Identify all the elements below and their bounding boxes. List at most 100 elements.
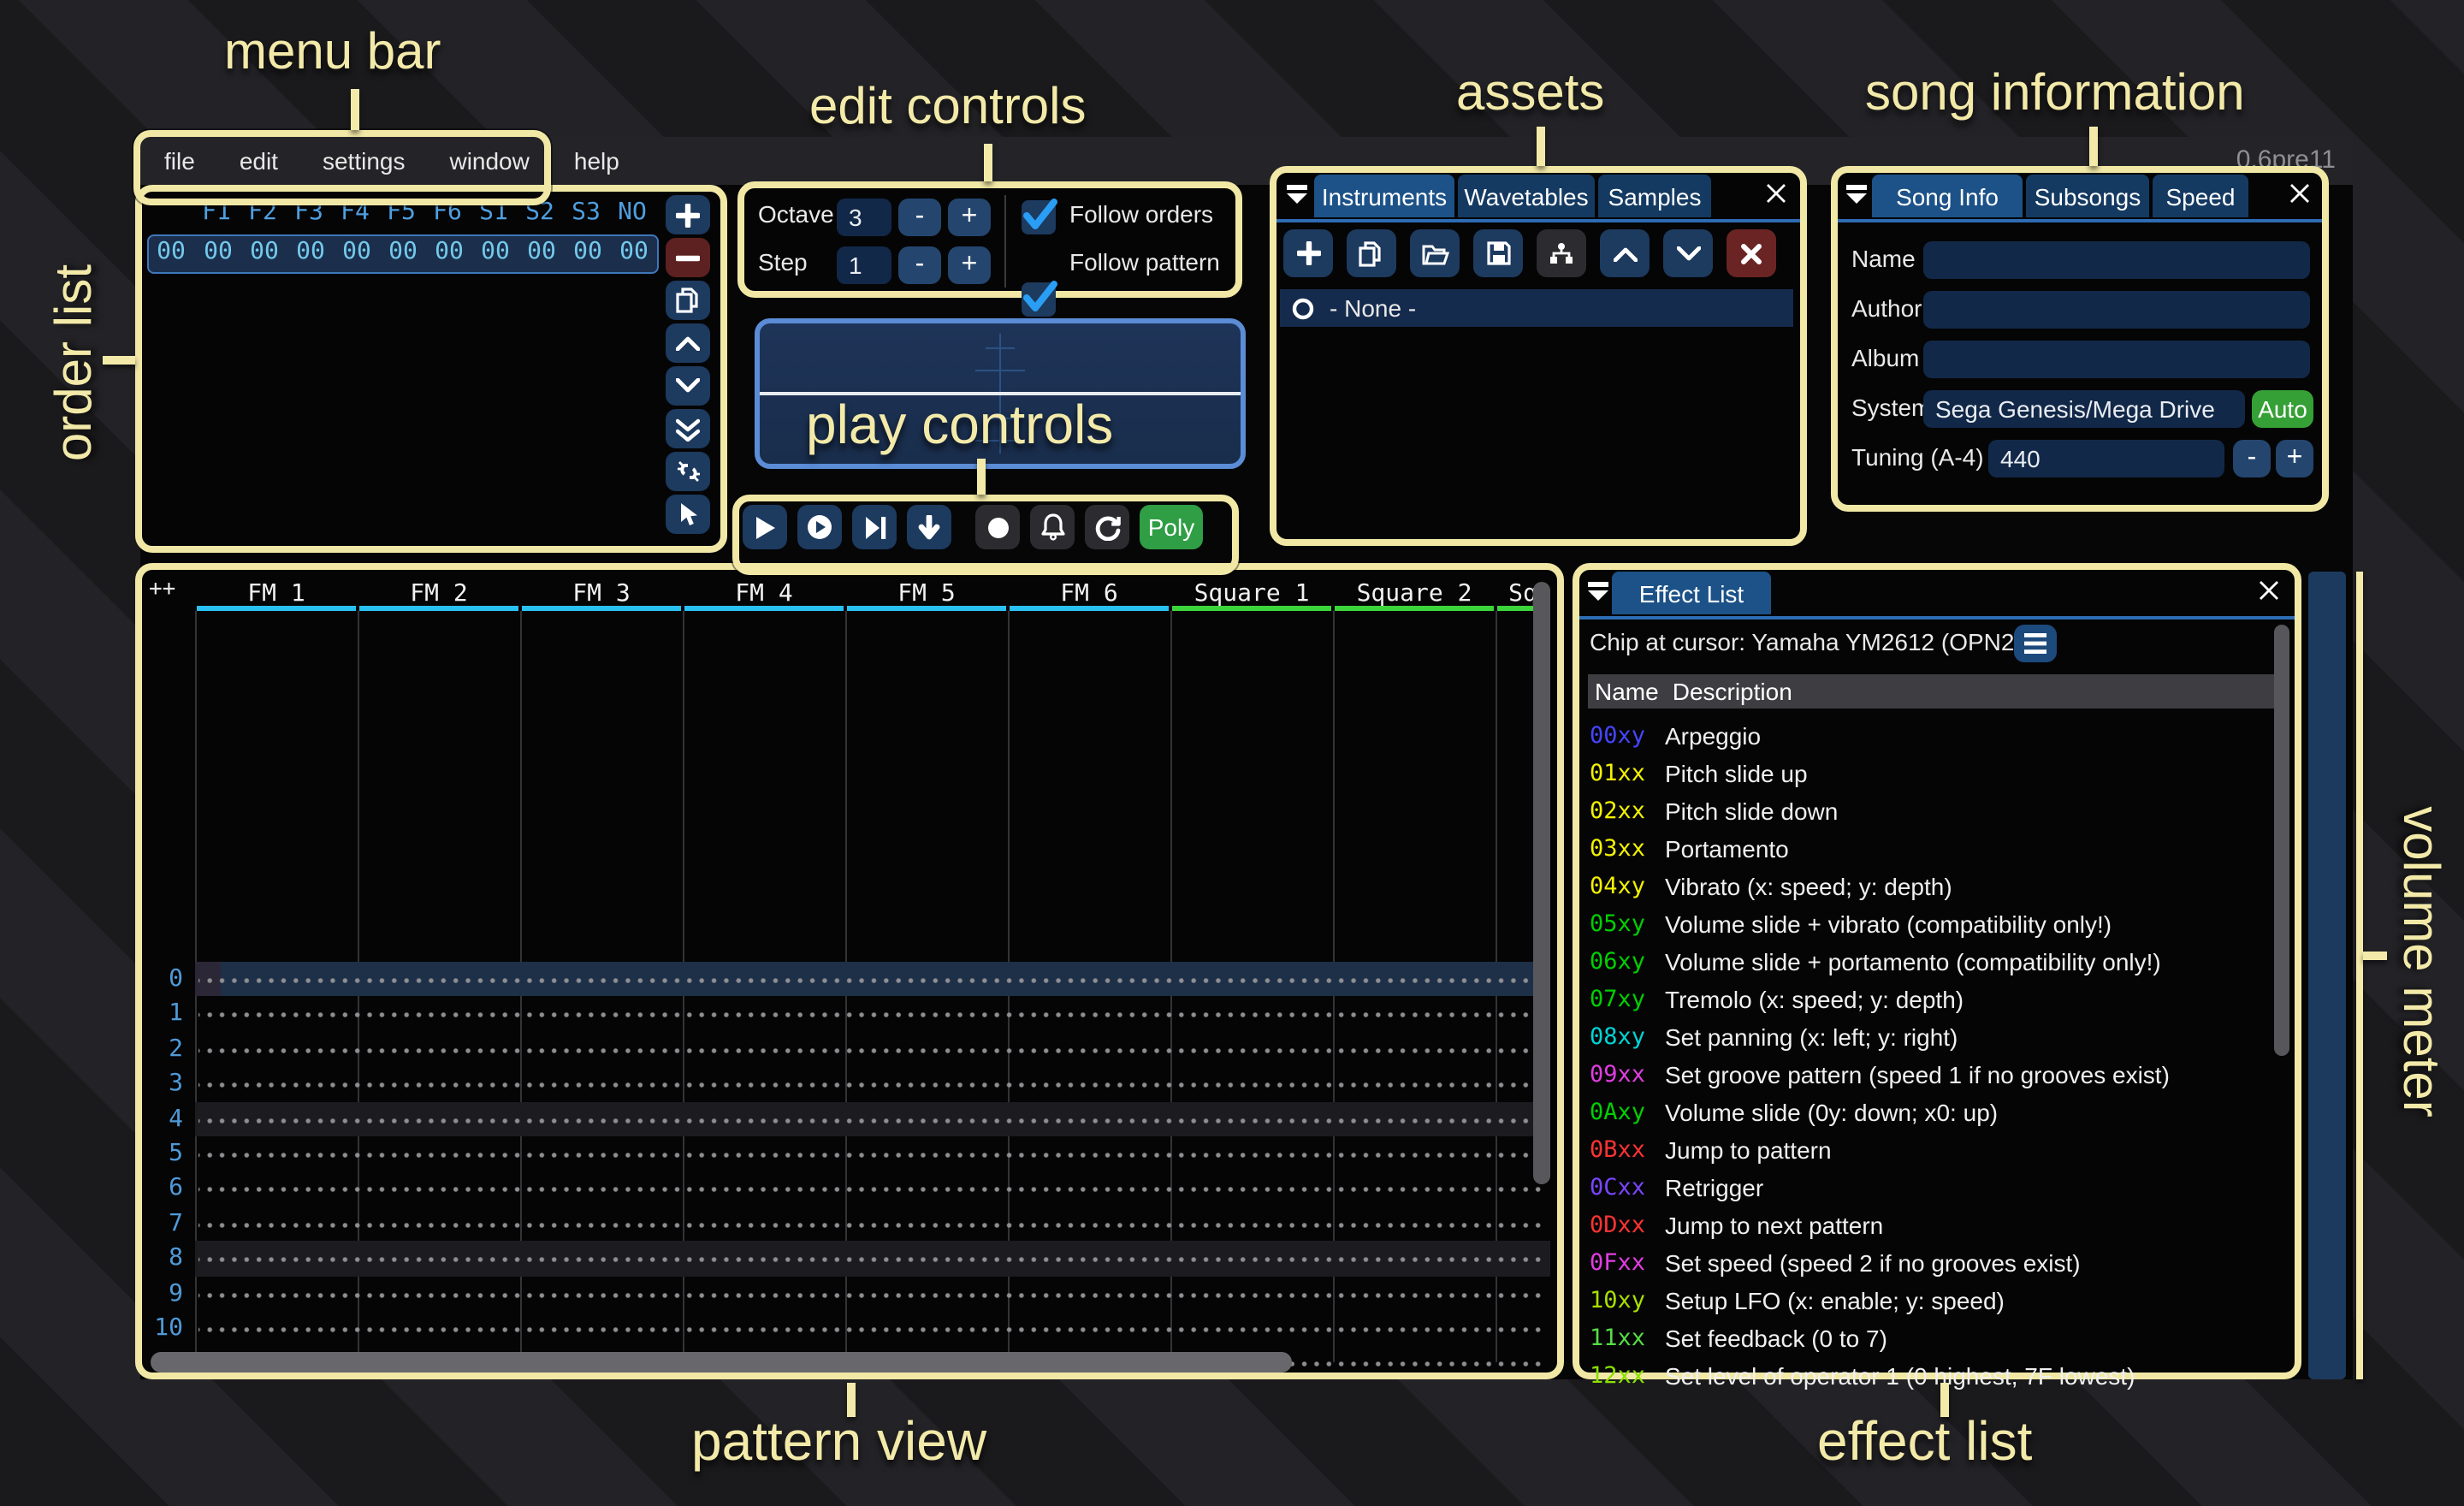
channel-header-fm-3[interactable]: FM 3 <box>520 580 683 608</box>
step-input[interactable]: 1 <box>837 246 891 284</box>
order-duplicate-button[interactable] <box>666 281 710 320</box>
name-input[interactable] <box>1923 241 2310 279</box>
effect-row[interactable]: 07xyTremolo (x: speed; y: depth) <box>1590 981 2271 1018</box>
order-move-bottom-button[interactable] <box>666 409 710 448</box>
effect-row[interactable]: 08xySet panning (x: left; y: right) <box>1590 1018 2271 1056</box>
effect-row[interactable]: 03xxPortamento <box>1590 830 2271 868</box>
close-icon[interactable] <box>1764 181 1788 205</box>
step-minus-button[interactable]: - <box>898 246 941 284</box>
hamburger-menu-button[interactable] <box>2014 625 2057 662</box>
channel-header-square-1[interactable]: Square 1 <box>1170 580 1333 608</box>
effect-row[interactable]: 01xxPitch slide up <box>1590 755 2271 792</box>
order-move-down-button[interactable] <box>666 366 710 406</box>
order-row[interactable]: 0000000000000000000000 <box>147 234 659 274</box>
tuning-input[interactable]: 440 <box>1988 440 2224 477</box>
repeat-button[interactable] <box>1085 505 1129 549</box>
order-cell[interactable]: 00 <box>611 238 657 265</box>
follow-pattern-checkbox[interactable] <box>1022 282 1056 317</box>
tuning-minus-button[interactable]: - <box>2233 440 2271 477</box>
poly-button[interactable]: Poly <box>1140 505 1203 549</box>
tab-song-info[interactable]: Song Info <box>1872 175 2023 217</box>
follow-orders-checkbox[interactable] <box>1022 200 1056 234</box>
order-add-button[interactable] <box>666 195 710 234</box>
effect-row[interactable]: 11xxSet feedback (0 to 7) <box>1590 1319 2271 1357</box>
close-icon[interactable] <box>2257 578 2281 602</box>
stop-down-button[interactable] <box>907 505 951 549</box>
collapse-icon[interactable] <box>1586 578 1610 602</box>
order-remove-button[interactable] <box>666 238 710 277</box>
system-dropdown[interactable]: Sega Genesis/Mega Drive <box>1923 390 2245 428</box>
tab-subsongs[interactable]: Subsongs <box>2026 175 2149 217</box>
effect-list-scrollbar[interactable] <box>2274 625 2289 1056</box>
order-cell[interactable]: 00 <box>472 238 518 265</box>
record-button[interactable] <box>975 505 1020 549</box>
close-icon[interactable] <box>2288 181 2312 205</box>
vertical-scrollbar[interactable] <box>1533 582 1550 1184</box>
assets-move-up-button[interactable] <box>1600 229 1650 277</box>
channel-header-fm-6[interactable]: FM 6 <box>1008 580 1170 608</box>
order-cell[interactable]: 00 <box>195 238 241 265</box>
channel-header-fm-4[interactable]: FM 4 <box>683 580 845 608</box>
tuning-plus-button[interactable]: + <box>2276 440 2313 477</box>
album-input[interactable] <box>1923 341 2310 378</box>
channel-header-fm-1[interactable]: FM 1 <box>195 580 358 608</box>
effect-row[interactable]: 06xyVolume slide + portamento (compatibi… <box>1590 943 2271 981</box>
auto-button[interactable]: Auto <box>2252 390 2313 428</box>
order-cell[interactable]: 00 <box>565 238 611 265</box>
effect-row[interactable]: 00xyArpeggio <box>1590 717 2271 755</box>
effect-row[interactable]: 0DxxJump to next pattern <box>1590 1207 2271 1244</box>
tab-speed[interactable]: Speed <box>2153 175 2248 217</box>
assets-delete-button[interactable] <box>1727 229 1776 277</box>
menu-item-settings[interactable]: settings <box>323 147 406 175</box>
assets-move-down-button[interactable] <box>1663 229 1713 277</box>
effect-row[interactable]: 05xyVolume slide + vibrato (compatibilit… <box>1590 905 2271 943</box>
octave-minus-button[interactable]: - <box>898 199 941 236</box>
asset-list-item[interactable]: - None - <box>1280 289 1793 327</box>
order-cell[interactable]: 00 <box>334 238 380 265</box>
pattern-options-button[interactable]: ++ <box>149 577 175 602</box>
assets-save-button[interactable] <box>1473 229 1523 277</box>
octave-plus-button[interactable]: + <box>948 199 991 236</box>
channel-header-square-2[interactable]: Square 2 <box>1333 580 1496 608</box>
order-move-up-button[interactable] <box>666 323 710 363</box>
effect-row[interactable]: 12xxSet level of operator 1 (0 highest, … <box>1590 1357 2271 1395</box>
step-plus-button[interactable]: + <box>948 246 991 284</box>
step-one-row-button[interactable] <box>852 505 897 549</box>
horizontal-scrollbar[interactable] <box>151 1352 1292 1373</box>
effect-row[interactable]: 0CxxRetrigger <box>1590 1169 2271 1207</box>
effect-row[interactable]: 0BxxJump to pattern <box>1590 1131 2271 1169</box>
tab-wavetables[interactable]: Wavetables <box>1458 175 1595 217</box>
order-deep-clone-button[interactable] <box>666 452 710 491</box>
effect-row[interactable]: 02xxPitch slide down <box>1590 792 2271 830</box>
menu-item-help[interactable]: help <box>574 147 619 175</box>
assets-open-folder-button[interactable] <box>1410 229 1460 277</box>
effect-row[interactable]: 09xxSet groove pattern (speed 1 if no gr… <box>1590 1056 2271 1094</box>
collapse-icon[interactable] <box>1285 181 1309 205</box>
assets-add-button[interactable] <box>1283 229 1333 277</box>
effect-row[interactable]: 0FxxSet speed (speed 2 if no grooves exi… <box>1590 1244 2271 1282</box>
menu-item-file[interactable]: file <box>164 147 195 175</box>
assets-tree-view-button[interactable] <box>1537 229 1586 277</box>
effect-row[interactable]: 10xySetup LFO (x: enable; y: speed) <box>1590 1282 2271 1319</box>
order-cell[interactable]: 00 <box>287 238 334 265</box>
play-button[interactable] <box>743 505 787 549</box>
tab-effect-list[interactable]: Effect List <box>1612 572 1771 614</box>
order-cell[interactable]: 00 <box>426 238 472 265</box>
play-pattern-button[interactable] <box>797 505 842 549</box>
assets-duplicate-button[interactable] <box>1347 229 1396 277</box>
order-cell[interactable]: 00 <box>380 238 426 265</box>
effect-row[interactable]: 0AxyVolume slide (0y: down; x0: up) <box>1590 1094 2271 1131</box>
effect-row[interactable]: 04xyVibrato (x: speed; y: depth) <box>1590 868 2271 905</box>
metronome-bell-button[interactable] <box>1030 505 1075 549</box>
menu-item-window[interactable]: window <box>449 147 529 175</box>
tab-instruments[interactable]: Instruments <box>1314 175 1454 217</box>
order-cell[interactable]: 00 <box>241 238 287 265</box>
tab-samples[interactable]: Samples <box>1598 175 1711 217</box>
author-input[interactable] <box>1923 291 2310 329</box>
collapse-icon[interactable] <box>1845 181 1869 205</box>
channel-header-fm-2[interactable]: FM 2 <box>358 580 520 608</box>
octave-input[interactable]: 3 <box>837 199 891 236</box>
order-cell[interactable]: 00 <box>518 238 565 265</box>
menu-item-edit[interactable]: edit <box>240 147 278 175</box>
order-pointer-button[interactable] <box>666 495 710 534</box>
